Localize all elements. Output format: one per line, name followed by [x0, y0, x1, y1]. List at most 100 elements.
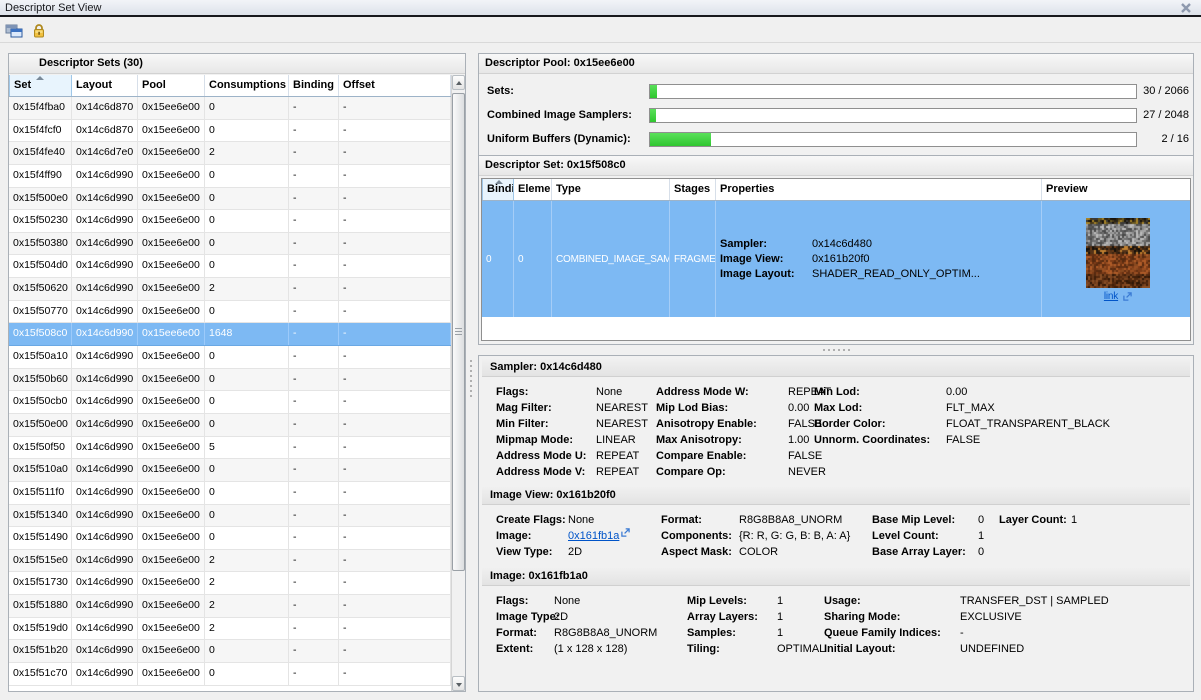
table-row[interactable]: 0x15f503800x14c6d9900x15ee6e000-- — [9, 233, 451, 256]
table-cell: - — [289, 527, 339, 549]
table-row[interactable]: 0x15f50cb00x14c6d9900x15ee6e000-- — [9, 391, 451, 414]
field-value: 1 — [777, 609, 783, 625]
table-row[interactable]: 0x15f500e00x14c6d9900x15ee6e000-- — [9, 188, 451, 211]
table-row[interactable]: 0x15f504d00x14c6d9900x15ee6e000-- — [9, 255, 451, 278]
image-section-title: Image: 0x161fb1a0 — [482, 568, 1190, 586]
table-cell: 0x15ee6e00 — [138, 391, 205, 413]
table-row[interactable]: 0x15f4fba00x14c6d8700x15ee6e000-- — [9, 97, 451, 120]
table-cell: 0x14c6d990 — [72, 210, 138, 232]
properties-cell: Sampler:0x14c6d480Image View:0x161b20f0I… — [716, 201, 1042, 317]
table-cell: 0x15ee6e00 — [138, 618, 205, 640]
column-header-binding[interactable]: Binding — [482, 179, 514, 200]
table-row[interactable]: 0x15f515e00x14c6d9900x15ee6e002-- — [9, 550, 451, 573]
pool-stat-row: Combined Image Samplers:27 / 2048 — [479, 104, 1193, 128]
image-handle-link[interactable]: 0x161fb1a — [568, 528, 619, 544]
table-row[interactable]: 0x15f510a00x14c6d9900x15ee6e000-- — [9, 459, 451, 482]
field-row: Image Type:2D — [496, 609, 657, 625]
column-header-properties[interactable]: Properties — [716, 179, 1042, 200]
table-cell: - — [289, 210, 339, 232]
stat-label: Combined Image Samplers: — [487, 109, 632, 121]
table-cell: - — [289, 437, 339, 459]
binding-cell: 0 — [482, 201, 514, 317]
table-row[interactable]: 0x15f50a100x14c6d9900x15ee6e000-- — [9, 346, 451, 369]
table-row[interactable]: 0x15f508c00x14c6d9900x15ee6e001648-- — [9, 323, 451, 346]
field-row: Base Mip Level:0 — [872, 512, 984, 528]
table-cell: 0x14c6d990 — [72, 640, 138, 662]
field-value: NEVER — [788, 464, 826, 480]
table-cell: 0x15f515e0 — [9, 550, 72, 572]
stages-cell: FRAGMENT — [670, 201, 716, 317]
column-header-preview[interactable]: Preview — [1042, 179, 1190, 200]
table-cell: - — [339, 301, 451, 323]
table-cell: - — [339, 527, 451, 549]
table-row[interactable]: 0x15f4fcf00x14c6d8700x15ee6e000-- — [9, 120, 451, 143]
table-cell: 0x15ee6e00 — [138, 142, 205, 164]
lock-icon[interactable] — [31, 23, 49, 39]
table-row[interactable]: 0x15f502300x14c6d9900x15ee6e000-- — [9, 210, 451, 233]
column-header-consumptions[interactable]: Consumptions — [205, 75, 289, 96]
field-label: Base Mip Level: — [872, 512, 978, 528]
stat-value: 30 / 2066 — [1139, 85, 1189, 97]
field-value: - — [960, 625, 964, 641]
sort-asc-icon — [495, 180, 503, 184]
column-header-type[interactable]: Type — [552, 179, 670, 200]
scroll-up-button[interactable] — [452, 75, 465, 90]
table-row[interactable]: 0x15f511f00x14c6d9900x15ee6e000-- — [9, 482, 451, 505]
column-header-element[interactable]: Element — [514, 179, 552, 200]
table-row[interactable]: 0x15f519d00x14c6d9900x15ee6e002-- — [9, 618, 451, 641]
table-row[interactable]: 0x15f506200x14c6d9900x15ee6e002-- — [9, 278, 451, 301]
field-label: Sharing Mode: — [824, 609, 960, 625]
field-value: R8G8B8A8_UNORM — [739, 512, 842, 528]
field-row: Tiling:OPTIMAL — [687, 641, 825, 657]
table-row[interactable]: 0x15f50f500x14c6d9900x15ee6e005-- — [9, 437, 451, 460]
table-row[interactable]: 0x15f50b600x14c6d9900x15ee6e000-- — [9, 369, 451, 392]
column-header-offset[interactable]: Offset — [339, 75, 451, 96]
table-row[interactable]: 0x15f51b200x14c6d9900x15ee6e000-- — [9, 640, 451, 663]
column-header-stages[interactable]: Stages — [670, 179, 716, 200]
vertical-scrollbar[interactable] — [452, 75, 465, 691]
cascade-windows-icon[interactable] — [5, 23, 23, 39]
texture-preview-thumbnail[interactable] — [1086, 218, 1150, 288]
field-row: Anisotropy Enable:FALSE — [656, 416, 831, 432]
scrollbar-thumb[interactable] — [452, 93, 465, 571]
field-label: Tiling: — [687, 641, 777, 657]
table-row[interactable]: 0x15f514900x14c6d9900x15ee6e000-- — [9, 527, 451, 550]
column-header-set[interactable]: Set — [9, 75, 72, 96]
column-header-layout[interactable]: Layout — [72, 75, 138, 96]
vertical-splitter[interactable] — [466, 356, 475, 400]
column-header-pool[interactable]: Pool — [138, 75, 205, 96]
table-cell: 0 — [205, 414, 289, 436]
column-header-binding[interactable]: Binding — [289, 75, 339, 96]
field-row: Samples:1 — [687, 625, 825, 641]
table-row[interactable]: 0x15f4fe400x14c6d7e00x15ee6e002-- — [9, 142, 451, 165]
table-cell: 0x14c6d870 — [72, 97, 138, 119]
table-row[interactable]: 0x15f518800x14c6d9900x15ee6e002-- — [9, 595, 451, 618]
arrow-down-icon — [456, 683, 462, 687]
binding-row[interactable]: 0 0 COMBINED_IMAGE_SAMPLER FRAGMENT Samp… — [482, 201, 1190, 317]
field-row: Level Count:1 — [872, 528, 984, 544]
table-cell: - — [339, 391, 451, 413]
external-link-icon — [621, 528, 630, 537]
field-group: Format:R8G8B8A8_UNORMComponents:{R: R, G… — [661, 512, 850, 560]
table-cell: 0x15ee6e00 — [138, 414, 205, 436]
field-label: View Type: — [496, 544, 568, 560]
table-cell: 0x15ee6e00 — [138, 369, 205, 391]
table-cell: 0x15f51880 — [9, 595, 72, 617]
table-row[interactable]: 0x15f4ff900x14c6d9900x15ee6e000-- — [9, 165, 451, 188]
field-label: Queue Family Indices: — [824, 625, 960, 641]
table-row[interactable]: 0x15f50e000x14c6d9900x15ee6e000-- — [9, 414, 451, 437]
table-row[interactable]: 0x15f517300x14c6d9900x15ee6e002-- — [9, 572, 451, 595]
preview-link[interactable]: link — [1104, 291, 1118, 302]
scroll-down-button[interactable] — [452, 676, 465, 691]
close-icon[interactable] — [1180, 2, 1192, 14]
table-cell: - — [289, 346, 339, 368]
element-cell: 0 — [514, 201, 552, 317]
table-row[interactable]: 0x15f513400x14c6d9900x15ee6e000-- — [9, 505, 451, 528]
field-row: Sharing Mode:EXCLUSIVE — [824, 609, 1109, 625]
field-row: Components:{R: R, G: G, B: B, A: A} — [661, 528, 850, 544]
field-label: Image: — [496, 528, 568, 544]
table-row[interactable]: 0x15f507700x14c6d9900x15ee6e000-- — [9, 301, 451, 324]
table-row[interactable]: 0x15f51c700x14c6d9900x15ee6e000-- — [9, 663, 451, 686]
field-value: NEAREST — [596, 416, 648, 432]
horizontal-splitter[interactable] — [478, 345, 1194, 354]
